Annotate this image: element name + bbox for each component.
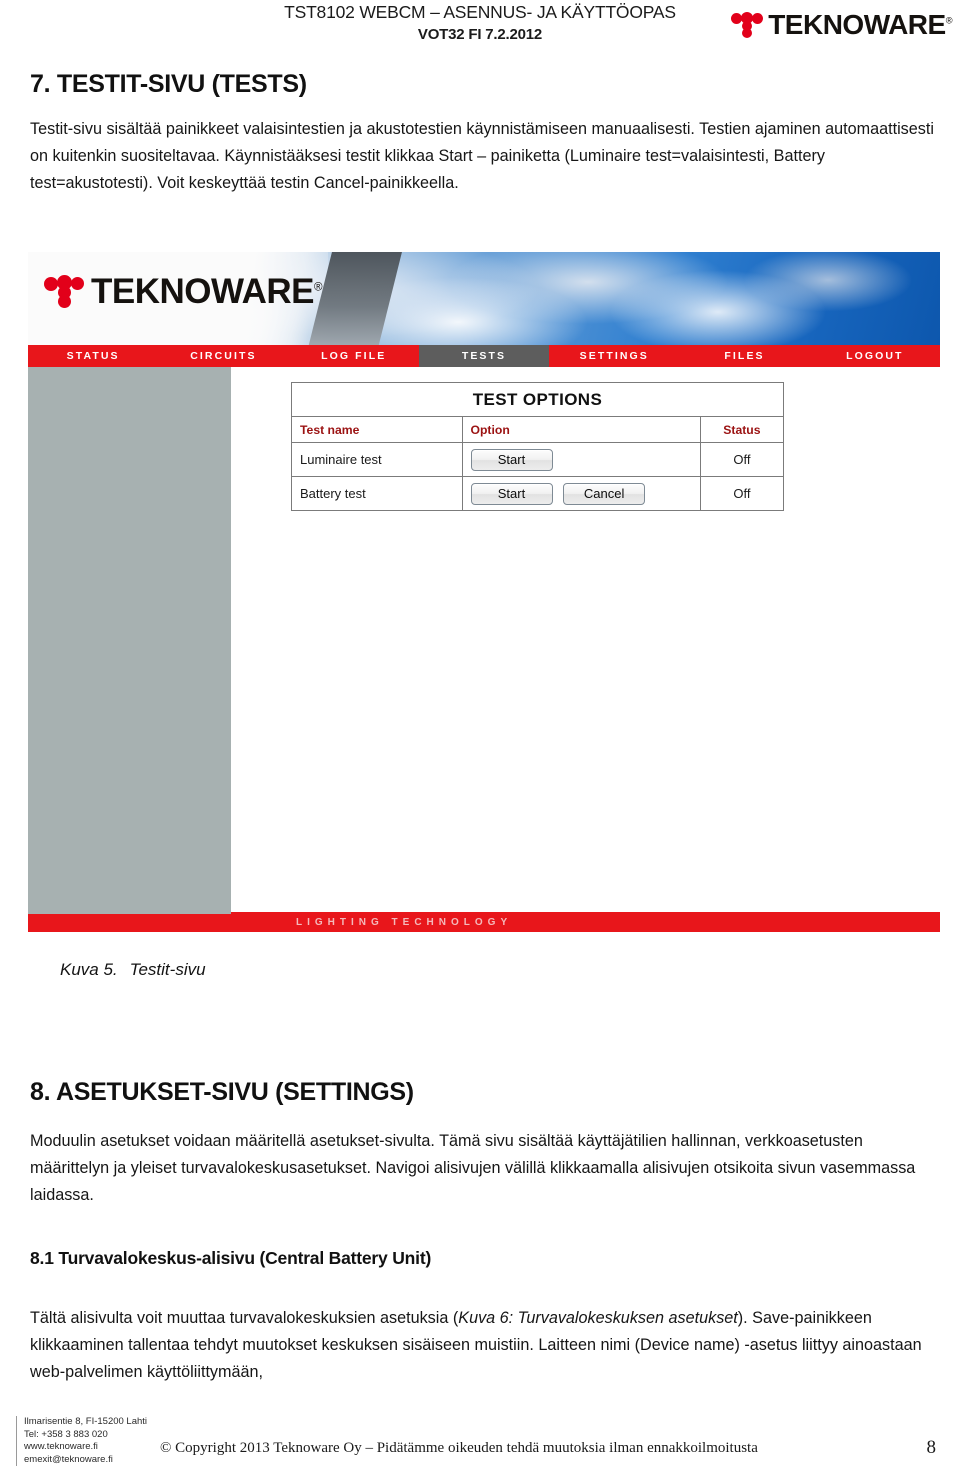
section-8-1-paragraph-wrap: Tältä alisivulta voit muuttaa turvavalok…	[30, 1305, 935, 1386]
nav-item-circuits[interactable]: CIRCUITS	[158, 345, 288, 367]
test-options-table: TEST OPTIONS Test name Option Status Lum…	[291, 382, 785, 511]
cell-option-luminaire: Start	[461, 442, 701, 477]
nav-item-logout[interactable]: LOGOUT	[810, 345, 940, 367]
section-7-heading: 7. TESTIT-SIVU (TESTS)	[30, 70, 307, 98]
footer-tagline: LIGHTING TECHNOLOGY	[296, 916, 513, 928]
table-header-row: Test name Option Status	[291, 416, 785, 443]
figure-6-reference: Kuva 6: Turvavalokeskuksen asetukset	[458, 1309, 738, 1327]
cell-test-name-luminaire: Luminaire test	[291, 442, 463, 477]
figure-5-caption: Kuva 5. Testit-sivu	[60, 960, 206, 980]
paragraph-part-1: Tältä alisivulta voit muuttaa turvavalok…	[30, 1309, 459, 1327]
nav-item-files[interactable]: FILES	[679, 345, 809, 367]
page-footer: Ilmarisentie 8, FI-15200 Lahti Tel: +358…	[0, 1412, 960, 1478]
teknoware-logo-webcm: TEKNOWARE®	[44, 272, 323, 311]
address-website: www.teknoware.fi	[24, 1441, 98, 1453]
company-address-block: Ilmarisentie 8, FI-15200 Lahti Tel: +358…	[16, 1416, 148, 1467]
page-header: TST8102 WEBCM – ASENNUS- JA KÄYTTÖOPAS V…	[0, 0, 960, 58]
section-8-heading: 8. ASETUKSET-SIVU (SETTINGS)	[30, 1078, 414, 1106]
figure-5-number: Kuva 5.	[60, 960, 118, 979]
nav-item-log-file[interactable]: LOG FILE	[289, 345, 419, 367]
address-phone: Tel: +358 3 883 020	[24, 1428, 108, 1440]
section-8-paragraph-wrap: Moduulin asetukset voidaan määritellä as…	[30, 1128, 930, 1209]
cell-status-luminaire: Off	[699, 442, 785, 477]
cancel-button-battery[interactable]: Cancel	[563, 482, 646, 505]
nav-item-tests[interactable]: TESTS	[418, 345, 550, 367]
section-8-paragraph: Moduulin asetukset voidaan määritellä as…	[30, 1132, 916, 1204]
copyright-notice: © Copyright 2013 Teknoware Oy – Pidätämm…	[160, 1440, 758, 1456]
nav-item-settings[interactable]: SETTINGS	[549, 345, 679, 367]
table-row-luminaire-test: Luminaire test Start Off	[291, 442, 785, 477]
footer-sidebar-overlap	[28, 910, 231, 914]
teknoware-molecule-icon	[731, 12, 764, 38]
webcm-banner: TEKNOWARE®	[28, 252, 940, 345]
cell-status-battery: Off	[699, 476, 785, 511]
address-street: Ilmarisentie 8, FI-15200 Lahti	[24, 1416, 148, 1427]
column-header-test-name: Test name	[291, 416, 463, 443]
cell-test-name-battery: Battery test	[291, 476, 463, 511]
column-header-option: Option	[461, 416, 701, 443]
teknoware-molecule-icon-webcm	[44, 275, 84, 308]
figure-5-text: Testit-sivu	[129, 960, 206, 979]
column-header-status: Status	[699, 416, 785, 443]
section-8-1-heading: 8.1 Turvavalokeskus-alisivu (Central Bat…	[30, 1248, 432, 1268]
section-7-paragraph-wrap: Testit-sivu sisältää painikkeet valaisin…	[30, 116, 935, 197]
section-7-heading-wrap: 7. TESTIT-SIVU (TESTS)	[30, 70, 935, 99]
teknoware-wordmark-header: TEKNOWARE®	[768, 9, 952, 40]
start-button-battery[interactable]: Start	[470, 482, 553, 505]
table-row-battery-test: Battery test Start Cancel Off	[291, 476, 785, 511]
section-7-paragraph: Testit-sivu sisältää painikkeet valaisin…	[30, 120, 934, 192]
figure-5-screenshot: TEKNOWARE® STATUS CIRCUITS LOG FILE TEST…	[28, 252, 940, 948]
teknoware-wordmark-webcm: TEKNOWARE®	[91, 272, 323, 311]
teknoware-logo-header: TEKNOWARE®	[731, 8, 953, 42]
table-title-row: TEST OPTIONS	[291, 382, 784, 417]
webcm-footer-bar: LIGHTING TECHNOLOGY	[28, 910, 940, 932]
webcm-main-area: TEST OPTIONS Test name Option Status Lum…	[231, 367, 940, 912]
cell-option-battery: Start Cancel	[461, 476, 701, 511]
test-options-title: TEST OPTIONS	[291, 382, 784, 417]
webcm-navbar[interactable]: STATUS CIRCUITS LOG FILE TESTS SETTINGS …	[28, 345, 940, 367]
section-8-heading-wrap: 8. ASETUKSET-SIVU (SETTINGS)	[30, 1078, 935, 1107]
address-email: emexit@teknoware.fi	[24, 1453, 113, 1465]
section-8-1-paragraph: Tältä alisivulta voit muuttaa turvavalok…	[30, 1305, 935, 1386]
start-button-luminaire[interactable]: Start	[470, 448, 553, 471]
webcm-sidebar	[28, 367, 231, 912]
section-8-1-heading-wrap: 8.1 Turvavalokeskus-alisivu (Central Bat…	[30, 1248, 935, 1269]
nav-item-status[interactable]: STATUS	[28, 345, 158, 367]
page-number: 8	[926, 1437, 937, 1458]
